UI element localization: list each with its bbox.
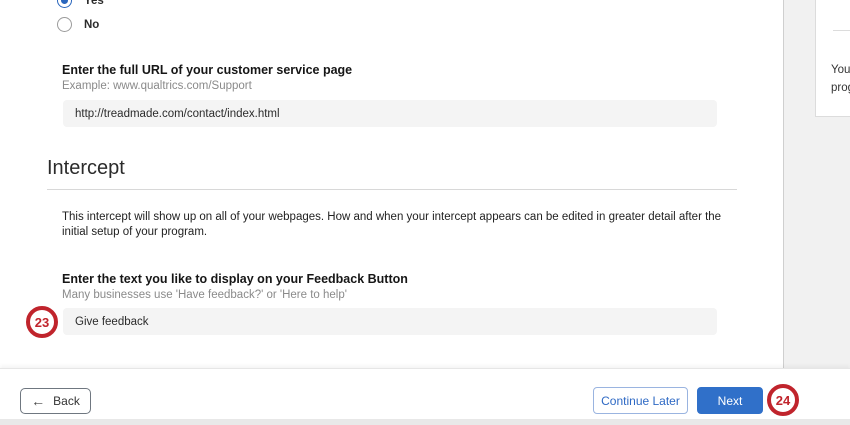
back-button[interactable]: ← Back [20,388,91,414]
radio-option-no[interactable]: No [57,17,99,32]
next-button[interactable]: Next [697,387,763,414]
help-card: You prog [815,0,850,117]
help-card-text-line2: prog [831,79,850,97]
annotation-badge-24: 24 [767,384,799,416]
back-button-label: Back [53,394,80,408]
annotation-badge-23: 23 [26,306,58,338]
radio-selected-icon[interactable] [57,0,72,8]
help-card-text: You prog [831,61,850,97]
intercept-description: This intercept will show up on all of yo… [62,210,730,239]
radio-unselected-icon[interactable] [57,17,72,32]
radio-label-no: No [84,19,99,31]
page-background-strip [0,419,850,425]
feedback-question-label: Enter the text you like to display on yo… [62,272,408,286]
intercept-section-heading: Intercept [47,157,125,180]
help-card-text-line1: You [831,61,850,79]
wizard-footer: ← Back Continue Later Next [0,368,850,419]
help-side-panel: You prog [784,0,850,368]
radio-option-yes[interactable]: Yes [57,0,104,8]
radio-dot [61,0,68,4]
section-divider [47,189,737,190]
feedback-button-text-input[interactable] [63,308,717,335]
back-arrow-icon: ← [31,394,45,408]
radio-label-yes: Yes [84,0,104,7]
customer-service-url-input[interactable] [63,100,717,127]
url-question-label: Enter the full URL of your customer serv… [62,63,352,77]
help-card-divider [833,30,850,31]
url-question-helper: Example: www.qualtrics.com/Support [62,80,252,92]
continue-later-button[interactable]: Continue Later [593,387,688,414]
feedback-question-helper: Many businesses use 'Have feedback?' or … [62,289,347,301]
